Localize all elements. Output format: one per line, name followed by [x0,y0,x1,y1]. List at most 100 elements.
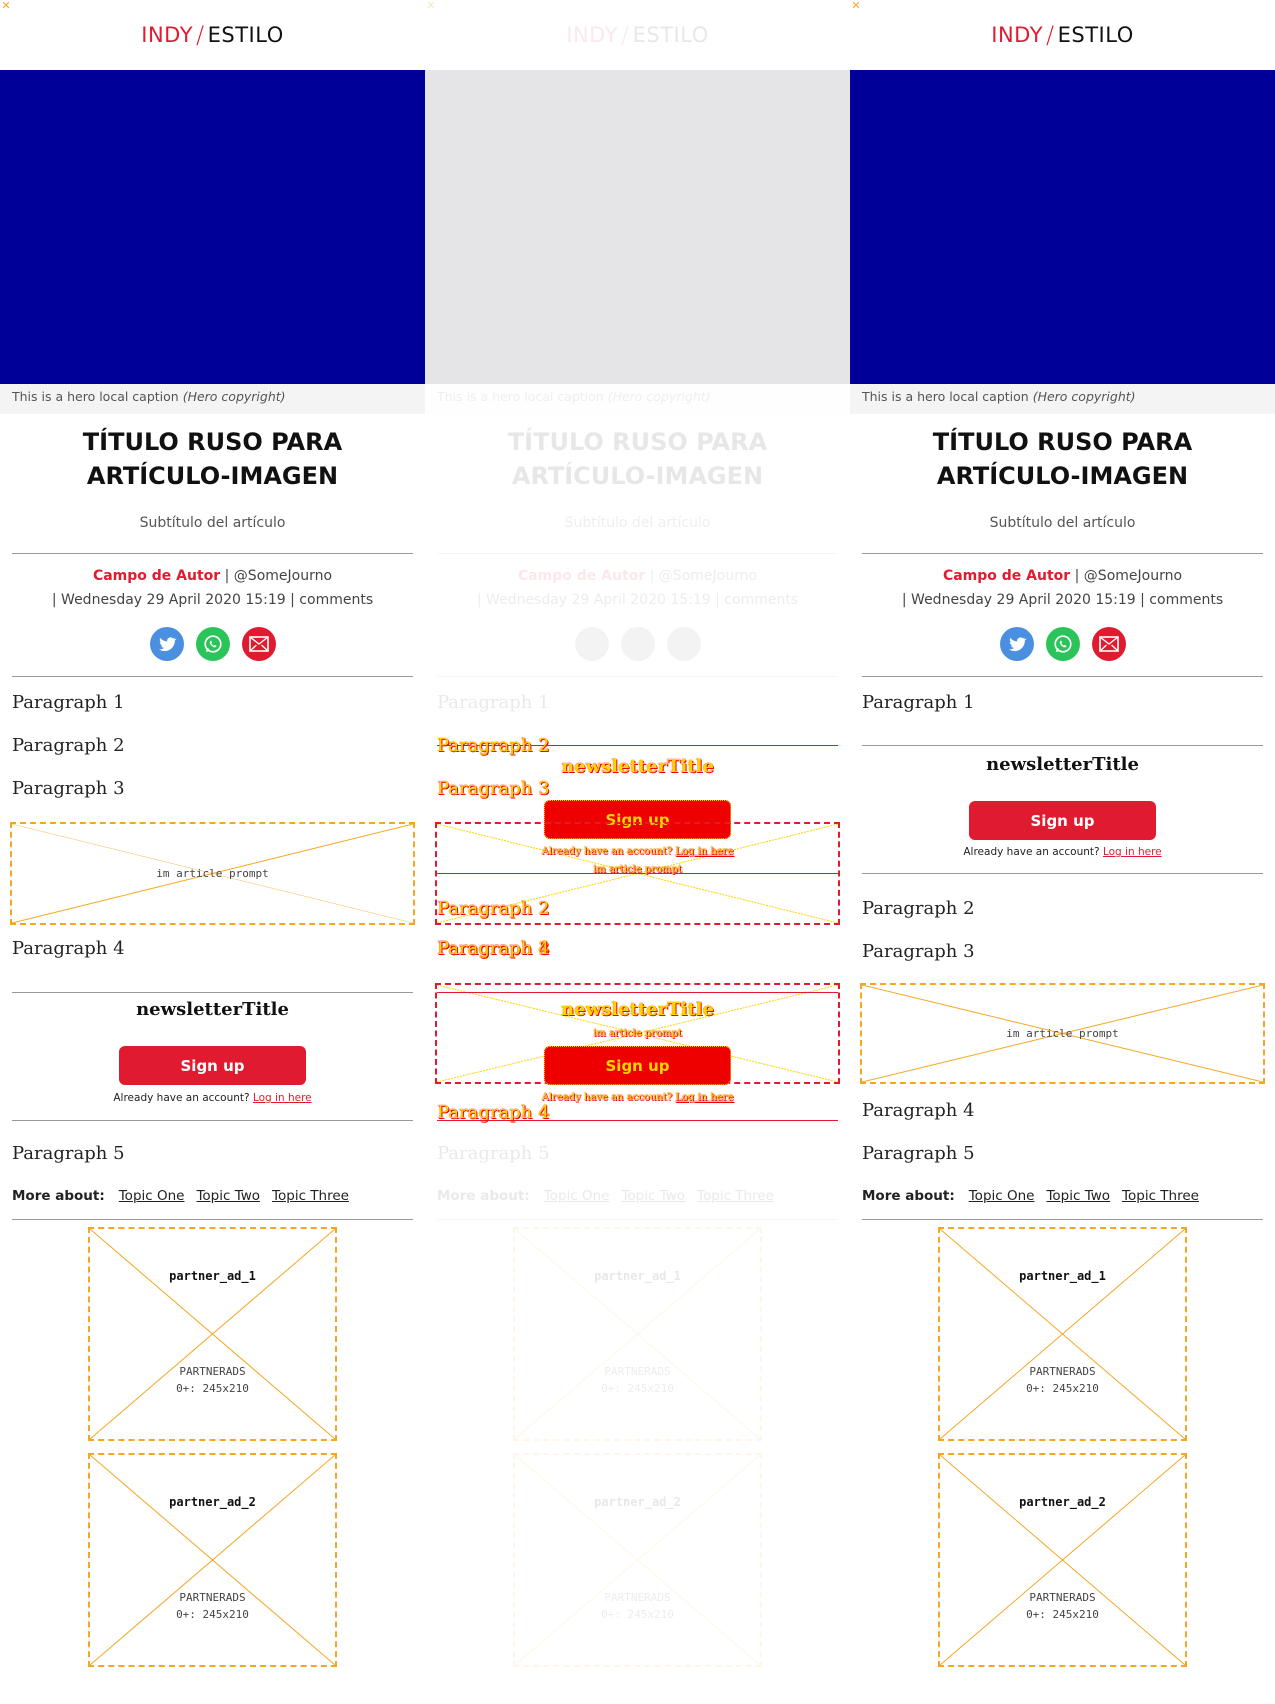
logo-indy[interactable]: INDY [141,23,193,47]
divider [12,992,413,993]
ad-group: PARTNERADS [604,1365,671,1378]
more-about: More about: Topic One Topic Two Topic Th… [862,1188,1199,1204]
diff-signup-button[interactable]: Sign up [544,1046,731,1085]
topic-link[interactable]: Topic Two [196,1188,260,1204]
newsletter-title: newsletterTitle [986,754,1139,775]
paragraph: Paragraph 3 [862,941,975,962]
diff-paragraph: Paragraph 4 [437,938,550,959]
article-subtitle: Subtítulo del artículo [989,515,1136,531]
article-title: TÍTULO RUSO PARA ARTÍCULO-IMAGEN [932,428,1193,490]
whatsapp-icon[interactable] [195,627,230,661]
paragraph: Paragraph 1 [12,692,125,713]
logo-estilo[interactable]: ESTILO [633,23,709,47]
topic-link[interactable]: Topic Three [272,1188,349,1204]
login-link[interactable]: Log in here [253,1092,312,1104]
ad-size: 0+: 245x210 [1026,1382,1099,1395]
topic-link[interactable]: Topic Three [697,1188,774,1204]
topic-link[interactable]: Topic One [119,1188,185,1204]
logo-indy[interactable]: INDY [991,23,1043,47]
ad-group: PARTNERADS [1029,1591,1096,1604]
more-about-label: More about: [862,1188,955,1204]
paragraph: Paragraph 5 [437,1143,550,1164]
email-icon[interactable] [666,627,701,661]
logo-estilo[interactable]: ESTILO [1058,23,1134,47]
login-prompt: Already have an account? Log in here [113,1092,312,1104]
byline: Campo de Autor | @SomeJourno [92,568,333,584]
divider [862,1219,1263,1220]
site-header[interactable]: INDY / ESTILO [0,0,425,70]
topic-link[interactable]: Topic One [544,1188,610,1204]
divider [862,676,1263,677]
logo-slash: / [1046,21,1055,49]
whatsapp-icon[interactable] [620,627,655,661]
login-prompt: Already have an account? Log in here [963,846,1162,858]
partner-ad-1-placeholder: partner_ad_1 PARTNERADS 0+: 245x210 [938,1227,1187,1441]
variant-panel-1: ✕ INDY / ESTILO This is a hero local cap… [0,0,425,1704]
logo-indy[interactable]: INDY [566,23,618,47]
site-header[interactable]: INDY / ESTILO [850,0,1275,70]
ad-size: 0+: 245x210 [176,1608,249,1621]
ad-id: partner_ad_1 [169,1269,256,1283]
paragraph: Paragraph 4 [862,1100,975,1121]
paragraph: Paragraph 5 [862,1143,975,1164]
variant-panel-3: ✕ INDY / ESTILO This is a hero local cap… [850,0,1275,1704]
share-bar [0,627,425,661]
login-link[interactable]: Log in here [1103,846,1162,858]
partner-ad-2-placeholder: partner_ad_2 PARTNERADS 0+: 245x210 [513,1453,762,1667]
email-icon[interactable] [1091,627,1126,661]
topic-link[interactable]: Topic One [969,1188,1035,1204]
prompt-label: im article prompt [1006,1027,1119,1040]
paragraph: Paragraph 2 [862,898,975,919]
email-icon[interactable] [241,627,276,661]
divider [12,553,413,554]
date-line: | Wednesday 29 April 2020 15:19 | commen… [901,592,1224,608]
logo-slash: / [621,21,630,49]
twitter-icon[interactable] [574,627,609,661]
diff-divider [437,992,838,993]
article-title: TÍTULO RUSO PARA ARTÍCULO-IMAGEN [82,428,343,490]
ad-size: 0+: 245x210 [176,1382,249,1395]
site-header[interactable]: INDY / ESTILO [425,0,850,70]
paragraph: Paragraph 5 [12,1143,125,1164]
divider [12,1120,413,1121]
topic-link[interactable]: Topic Two [621,1188,685,1204]
date-line: | Wednesday 29 April 2020 15:19 | commen… [476,592,799,608]
topic-link[interactable]: Topic Two [1046,1188,1110,1204]
author-link[interactable]: Campo de Autor [943,568,1070,584]
share-bar [850,627,1275,661]
divider [862,873,1263,874]
ad-id: partner_ad_1 [1019,1269,1106,1283]
more-about: More about: Topic One Topic Two Topic Th… [437,1188,774,1204]
more-about-label: More about: [437,1188,530,1204]
whatsapp-icon[interactable] [1045,627,1080,661]
date-line: | Wednesday 29 April 2020 15:19 | commen… [51,592,374,608]
signup-button[interactable]: Sign up [119,1046,306,1085]
paragraph: Paragraph 1 [437,692,550,713]
diff-prompt-label: im article prompt [593,1028,682,1039]
paragraph: Paragraph 2 [12,735,125,756]
author-link[interactable]: Campo de Autor [518,568,645,584]
byline: Campo de Autor | @SomeJourno [942,568,1183,584]
partner-ad-1-placeholder: partner_ad_1 PARTNERADS 0+: 245x210 [88,1227,337,1441]
ad-size: 0+: 245x210 [601,1608,674,1621]
diff-divider [437,1120,838,1121]
newsletter-title: newsletterTitle [136,999,289,1020]
partner-ad-2-placeholder: partner_ad_2 PARTNERADS 0+: 245x210 [88,1453,337,1667]
ad-group: PARTNERADS [1029,1365,1096,1378]
divider [862,745,1263,746]
prompt-label: im article prompt [156,867,269,880]
in-article-prompt-placeholder: im article prompt [10,822,415,925]
ad-size: 0+: 245x210 [1026,1608,1099,1621]
twitter-icon[interactable] [149,627,184,661]
divider [12,676,413,677]
topic-link[interactable]: Topic Three [1122,1188,1199,1204]
diff-newsletter-title: newsletterTitle [561,756,714,777]
divider [437,676,838,677]
twitter-icon[interactable] [999,627,1034,661]
divider [437,1219,838,1220]
author-link[interactable]: Campo de Autor [93,568,220,584]
ad-id: partner_ad_2 [169,1495,256,1509]
logo-estilo[interactable]: ESTILO [208,23,284,47]
signup-button[interactable]: Sign up [969,801,1156,840]
divider [437,553,838,554]
